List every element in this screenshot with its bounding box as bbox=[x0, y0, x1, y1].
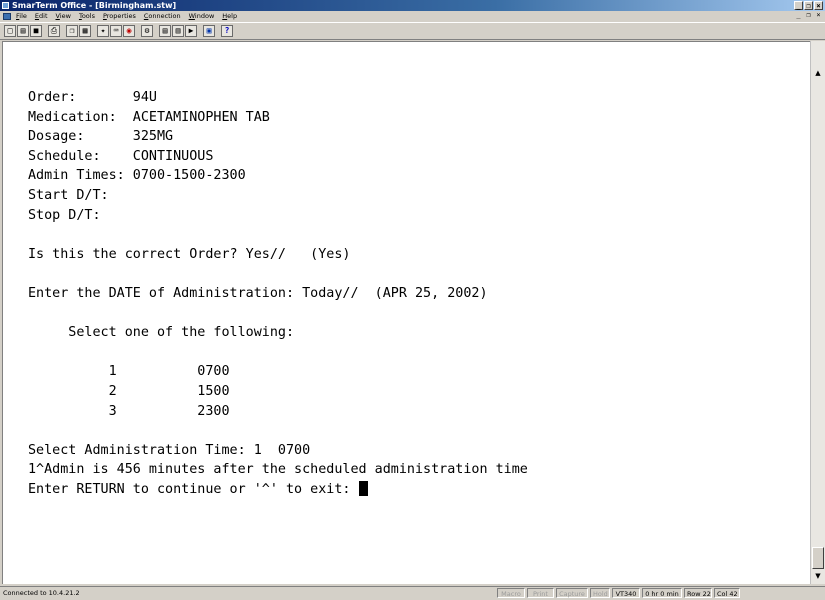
line-option-2: 2 1500 bbox=[28, 383, 230, 399]
status-macro: Macro bbox=[497, 588, 525, 598]
line-option-3: 3 2300 bbox=[28, 403, 230, 419]
status-print: Print bbox=[527, 588, 554, 598]
line-admin-date: Enter the DATE of Administration: Today/… bbox=[28, 285, 488, 301]
line-order: Order: 94U bbox=[28, 90, 157, 105]
line-confirm-order: Is this the correct Order? Yes// (Yes) bbox=[28, 246, 351, 262]
scroll-thumb[interactable] bbox=[812, 547, 824, 569]
document-icon[interactable] bbox=[3, 13, 11, 20]
open-folder-icon[interactable]: ▤ bbox=[17, 25, 29, 37]
line-admin-times: Admin Times: 0700-1500-2300 bbox=[28, 168, 246, 184]
record-icon[interactable]: ◉ bbox=[123, 25, 135, 37]
menu-tools[interactable]: Tools bbox=[79, 11, 95, 22]
status-row: Row 22 bbox=[684, 588, 712, 598]
menu-bar: File Edit View Tools Properties Connecti… bbox=[0, 11, 825, 22]
screen-icon[interactable]: ▣ bbox=[203, 25, 215, 37]
terminal-screen[interactable]: Order: 94U Medication: ACETAMINOPHEN TAB… bbox=[2, 41, 810, 584]
status-capture: Capture bbox=[556, 588, 588, 598]
menu-edit[interactable]: Edit bbox=[35, 11, 48, 22]
line-selected-time: Select Administration Time: 1 0700 bbox=[28, 442, 311, 458]
menu-list: File Edit View Tools Properties Connecti… bbox=[16, 11, 237, 22]
line-schedule: Schedule: CONTINUOUS bbox=[28, 148, 214, 164]
window-title: SmarTerm Office - [Birmingham.stw] bbox=[12, 1, 177, 10]
new-document-icon[interactable]: □ bbox=[4, 25, 16, 37]
minimize-button[interactable]: _ bbox=[794, 1, 803, 10]
menu-window[interactable]: Window bbox=[189, 11, 215, 22]
help-icon[interactable]: ? bbox=[221, 25, 233, 37]
line-medication: Medication: ACETAMINOPHEN TAB bbox=[28, 109, 270, 125]
line-dosage: Dosage: 325MG bbox=[28, 129, 174, 145]
menu-view[interactable]: View bbox=[56, 11, 71, 22]
vertical-scrollbar[interactable]: ▲ ▼ bbox=[810, 41, 825, 584]
status-col: Col 42 bbox=[714, 588, 740, 598]
menu-help[interactable]: Help bbox=[222, 11, 237, 22]
line-stop-dt: Stop D/T: bbox=[28, 207, 101, 223]
scroll-up-icon[interactable]: ▲ bbox=[813, 68, 823, 78]
title-bar: SmarTerm Office - [Birmingham.stw] _ ❐ × bbox=[0, 0, 825, 11]
status-emulation: VT340 bbox=[612, 588, 640, 598]
document-window-controls: _ ❐ × bbox=[794, 11, 823, 20]
menu-file[interactable]: File bbox=[16, 11, 27, 22]
keyboard-icon[interactable]: ⌨ bbox=[110, 25, 122, 37]
scroll-down-icon[interactable]: ▼ bbox=[813, 571, 823, 581]
line-admin-warning: 1^Admin is 456 minutes after the schedul… bbox=[28, 462, 528, 478]
doc-minimize-button[interactable]: _ bbox=[794, 11, 803, 20]
connection-status: Connected to 10.4.21.2 bbox=[3, 589, 80, 597]
settings-icon[interactable]: ⚙ bbox=[141, 25, 153, 37]
page-list-icon[interactable]: ▥ bbox=[172, 25, 184, 37]
paste-icon[interactable]: ▦ bbox=[79, 25, 91, 37]
pointer-icon[interactable]: ▶ bbox=[185, 25, 197, 37]
close-button[interactable]: × bbox=[814, 1, 823, 10]
doc-restore-button[interactable]: ❐ bbox=[804, 11, 813, 20]
status-bar: Connected to 10.4.21.2 Macro Print Captu… bbox=[0, 586, 825, 599]
line-start-dt: Start D/T: bbox=[28, 187, 109, 203]
maximize-button[interactable]: ❐ bbox=[804, 1, 813, 10]
doc-close-button[interactable]: × bbox=[814, 11, 823, 20]
toolbar: □ ▤ ■ ⎙ ❐ ▦ ✦ ⌨ ◉ ⚙ ▤ ▥ ▶ ▣ ? bbox=[0, 22, 825, 40]
line-select-header: Select one of the following: bbox=[28, 325, 295, 341]
status-session-time: 0 hr 0 min bbox=[642, 588, 682, 598]
line-return-prompt: Enter RETURN to continue or '^' to exit: bbox=[28, 481, 359, 497]
page-icon[interactable]: ▤ bbox=[159, 25, 171, 37]
save-disk-icon[interactable]: ■ bbox=[30, 25, 42, 37]
terminal-cursor bbox=[358, 480, 368, 496]
app-icon bbox=[2, 2, 9, 9]
status-hold: Hold bbox=[590, 588, 610, 598]
macro-icon[interactable]: ✦ bbox=[97, 25, 109, 37]
window-controls: _ ❐ × bbox=[794, 0, 823, 11]
terminal-text: Order: 94U Medication: ACETAMINOPHEN TAB… bbox=[28, 88, 528, 499]
copy-icon[interactable]: ❐ bbox=[66, 25, 78, 37]
menu-connection[interactable]: Connection bbox=[144, 11, 181, 22]
line-option-1: 1 0700 bbox=[28, 364, 230, 380]
printer-icon[interactable]: ⎙ bbox=[48, 25, 60, 37]
menu-properties[interactable]: Properties bbox=[103, 11, 136, 22]
